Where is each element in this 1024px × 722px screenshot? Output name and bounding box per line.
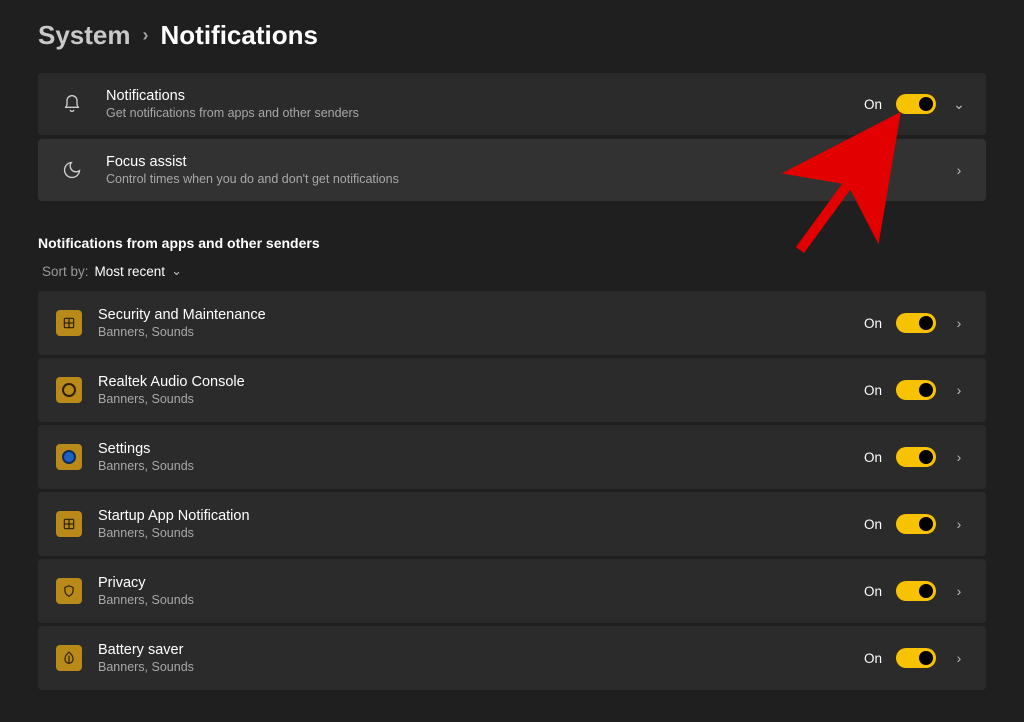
app-toggle[interactable] — [896, 581, 936, 601]
chevron-right-icon[interactable]: › — [950, 382, 968, 398]
app-state-label: On — [864, 383, 882, 398]
app-toggle[interactable] — [896, 380, 936, 400]
app-icon — [56, 578, 82, 604]
notifications-state-label: On — [864, 97, 882, 112]
focus-assist-title: Focus assist — [106, 154, 950, 170]
app-title: Settings — [98, 441, 864, 457]
app-subtitle: Banners, Sounds — [98, 660, 864, 674]
app-toggle[interactable] — [896, 648, 936, 668]
breadcrumb: System › Notifications — [38, 20, 986, 51]
focus-assist-subtitle: Control times when you do and don't get … — [106, 172, 950, 186]
sort-by-dropdown[interactable]: Sort by: Most recent ⌄ — [38, 263, 986, 279]
chevron-right-icon: › — [143, 25, 149, 46]
sort-value: Most recent — [95, 264, 166, 279]
app-subtitle: Banners, Sounds — [98, 459, 864, 473]
chevron-right-icon[interactable]: › — [950, 516, 968, 532]
sort-label: Sort by: — [42, 264, 89, 279]
expand-chevron-down-icon[interactable]: ⌄ — [950, 96, 968, 113]
app-senders-heading: Notifications from apps and other sender… — [38, 235, 986, 251]
chevron-right-icon: › — [950, 162, 968, 178]
app-state-label: On — [864, 450, 882, 465]
breadcrumb-parent[interactable]: System — [38, 20, 131, 51]
notifications-subtitle: Get notifications from apps and other se… — [106, 106, 864, 120]
app-title: Security and Maintenance — [98, 307, 864, 323]
app-icon — [56, 511, 82, 537]
app-state-label: On — [864, 517, 882, 532]
app-sender-row[interactable]: Startup App Notification Banners, SoundsO… — [38, 492, 986, 556]
chevron-right-icon[interactable]: › — [950, 650, 968, 666]
app-icon — [56, 444, 82, 470]
app-sender-row[interactable]: Battery saver Banners, SoundsOn › — [38, 626, 986, 690]
app-sender-row[interactable]: Realtek Audio Console Banners, SoundsOn › — [38, 358, 986, 422]
chevron-down-icon: ⌄ — [171, 263, 182, 279]
app-subtitle: Banners, Sounds — [98, 593, 864, 607]
app-state-label: On — [864, 316, 882, 331]
app-subtitle: Banners, Sounds — [98, 526, 864, 540]
app-title: Battery saver — [98, 642, 864, 658]
app-state-label: On — [864, 584, 882, 599]
notifications-toggle[interactable] — [896, 94, 936, 114]
app-state-label: On — [864, 651, 882, 666]
app-icon — [56, 645, 82, 671]
notifications-master-row[interactable]: Notifications Get notifications from app… — [38, 73, 986, 135]
bell-icon — [56, 94, 88, 114]
app-sender-row[interactable]: Security and Maintenance Banners, SoundsO… — [38, 291, 986, 355]
breadcrumb-current: Notifications — [161, 20, 318, 51]
app-title: Privacy — [98, 575, 864, 591]
chevron-right-icon[interactable]: › — [950, 583, 968, 599]
app-toggle[interactable] — [896, 313, 936, 333]
app-title: Realtek Audio Console — [98, 374, 864, 390]
focus-assist-row[interactable]: Focus assist Control times when you do a… — [38, 139, 986, 201]
app-toggle[interactable] — [896, 447, 936, 467]
app-toggle[interactable] — [896, 514, 936, 534]
app-icon — [56, 310, 82, 336]
chevron-right-icon[interactable]: › — [950, 315, 968, 331]
app-icon — [56, 377, 82, 403]
app-sender-row[interactable]: Settings Banners, SoundsOn › — [38, 425, 986, 489]
app-sender-row[interactable]: Privacy Banners, SoundsOn › — [38, 559, 986, 623]
app-title: Startup App Notification — [98, 508, 864, 524]
chevron-right-icon[interactable]: › — [950, 449, 968, 465]
moon-icon — [56, 160, 88, 180]
notifications-title: Notifications — [106, 88, 864, 104]
app-subtitle: Banners, Sounds — [98, 392, 864, 406]
app-subtitle: Banners, Sounds — [98, 325, 864, 339]
